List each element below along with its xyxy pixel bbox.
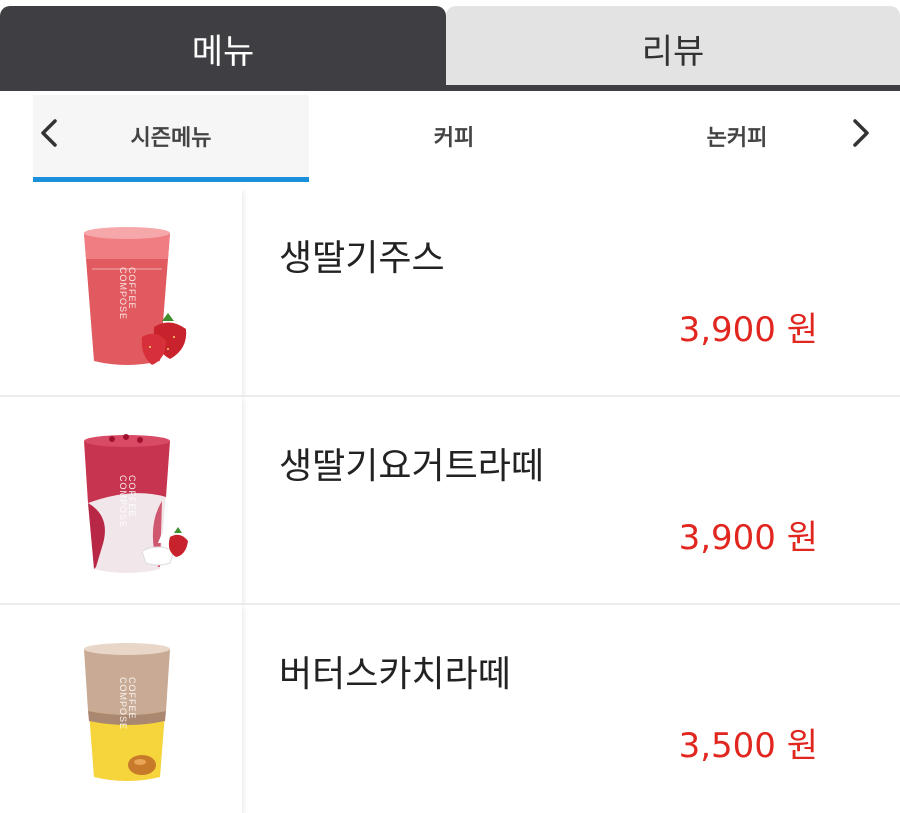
category-tab-coffee[interactable]: 커피 bbox=[316, 95, 592, 177]
tab-menu[interactable]: 메뉴 bbox=[0, 6, 446, 91]
main-tab-bar: 메뉴 리뷰 bbox=[0, 0, 900, 91]
svg-text:COMPOSE: COMPOSE bbox=[118, 267, 128, 320]
menu-item-butterscotch-latte[interactable]: COMPOSE COFFEE 버터스카치라떼 3,500 원 bbox=[0, 605, 900, 813]
butterscotch-latte-icon: COMPOSE COFFEE bbox=[84, 643, 170, 781]
category-active-indicator bbox=[33, 177, 309, 182]
svg-text:COFFEE: COFFEE bbox=[127, 267, 137, 310]
menu-item-thumbnail: COMPOSE COFFEE bbox=[0, 397, 242, 605]
menu-item-name: 생딸기주스 bbox=[279, 238, 445, 279]
category-bar: 시즌메뉴 커피 논커피 bbox=[0, 91, 900, 185]
svg-text:COMPOSE: COMPOSE bbox=[118, 677, 128, 730]
svg-text:COMPOSE: COMPOSE bbox=[118, 475, 128, 528]
menu-item-price: 3,500 원 bbox=[678, 726, 818, 766]
menu-item-name: 버터스카치라떼 bbox=[279, 654, 511, 695]
menu-item-strawberry-juice[interactable]: COMPOSE COFFEE 생딸기주스 3,900 원 bbox=[0, 189, 900, 397]
category-tab-noncoffee[interactable]: 논커피 bbox=[599, 95, 875, 177]
menu-item-price: 3,900 원 bbox=[678, 310, 818, 350]
strawberry-juice-icon: COMPOSE COFFEE bbox=[84, 227, 187, 365]
category-tab-season[interactable]: 시즌메뉴 bbox=[33, 95, 309, 177]
svg-text:COFFEE: COFFEE bbox=[127, 475, 137, 518]
menu-item-price: 3,900 원 bbox=[678, 518, 818, 558]
svg-text:COFFEE: COFFEE bbox=[127, 677, 137, 720]
chevron-right-icon[interactable] bbox=[840, 111, 880, 155]
menu-item-strawberry-yogurt-latte[interactable]: COMPOSE COFFEE 생딸기요거트라떼 3,900 원 bbox=[0, 397, 900, 605]
strawberry-yogurt-latte-icon: COMPOSE COFFEE bbox=[84, 434, 188, 573]
tab-review[interactable]: 리뷰 bbox=[446, 6, 900, 91]
menu-item-name: 생딸기요거트라떼 bbox=[279, 446, 544, 487]
menu-item-thumbnail: COMPOSE COFFEE bbox=[0, 605, 242, 813]
menu-item-thumbnail: COMPOSE COFFEE bbox=[0, 189, 242, 397]
